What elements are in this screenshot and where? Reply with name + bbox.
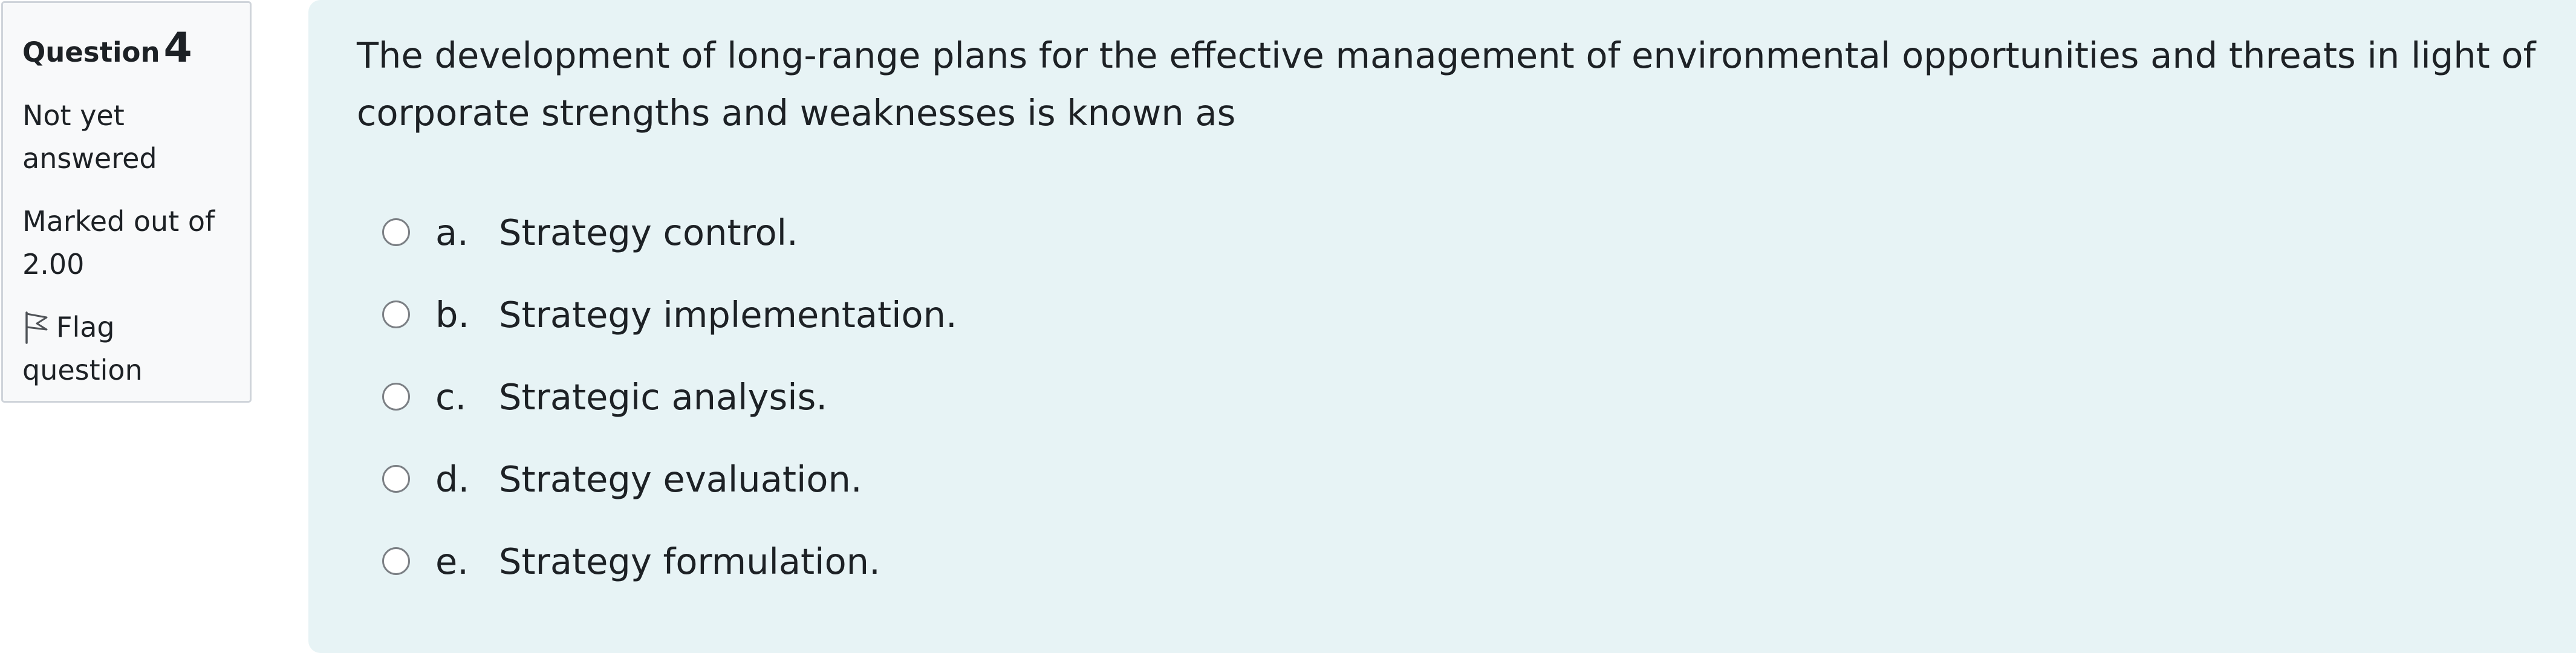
answer-text[interactable]: Strategic analysis. xyxy=(499,376,827,418)
answer-letter: a. xyxy=(435,211,469,253)
answer-text[interactable]: Strategy evaluation. xyxy=(499,458,862,500)
flag-question-line-1: Flag xyxy=(22,306,250,349)
answer-letter: e. xyxy=(435,540,469,582)
answer-letter: b. xyxy=(435,293,470,336)
radio-button-icon[interactable] xyxy=(382,465,410,493)
flag-label-line-2: question xyxy=(22,354,143,386)
question-info-panel: Question4 Not yet answered Marked out of… xyxy=(1,1,252,403)
flag-outline-icon xyxy=(25,311,48,344)
question-grade: Marked out of 2.00 xyxy=(22,200,250,286)
radio-button-icon[interactable] xyxy=(382,301,410,328)
answer-option-e[interactable]: e. Strategy formulation. xyxy=(382,520,2576,602)
answer-options: a. Strategy control. b. Strategy impleme… xyxy=(357,191,2576,602)
question-state-line-1: Not yet xyxy=(22,99,125,132)
answer-text[interactable]: Strategy formulation. xyxy=(499,541,880,582)
answer-letter: c. xyxy=(435,375,467,418)
answer-text[interactable]: Strategy implementation. xyxy=(499,294,957,336)
answer-text[interactable]: Strategy control. xyxy=(499,212,798,253)
question-grade-line-2: 2.00 xyxy=(22,248,85,281)
flag-question-link[interactable]: Flag question xyxy=(22,306,250,392)
question-grade-line-1: Marked out of xyxy=(22,205,215,238)
answer-option-b[interactable]: b. Strategy implementation. xyxy=(382,273,2576,356)
radio-button-icon[interactable] xyxy=(382,547,410,575)
answer-option-a[interactable]: a. Strategy control. xyxy=(382,191,2576,273)
question-state: Not yet answered xyxy=(22,94,250,180)
radio-button-icon[interactable] xyxy=(382,383,410,411)
question-content-panel: The development of long-range plans for … xyxy=(308,0,2576,653)
question-text: The development of long-range plans for … xyxy=(357,34,2536,134)
question-label: Question xyxy=(22,36,160,68)
question-number-heading: Question4 xyxy=(22,21,250,86)
answer-option-d[interactable]: d. Strategy evaluation. xyxy=(382,438,2576,520)
answer-option-c[interactable]: c. Strategic analysis. xyxy=(382,356,2576,438)
question-state-line-2: answered xyxy=(22,142,157,175)
flag-label-line-1: Flag xyxy=(56,311,115,343)
radio-button-icon[interactable] xyxy=(382,218,410,246)
question-number: 4 xyxy=(163,24,192,72)
answer-letter: d. xyxy=(435,458,470,500)
